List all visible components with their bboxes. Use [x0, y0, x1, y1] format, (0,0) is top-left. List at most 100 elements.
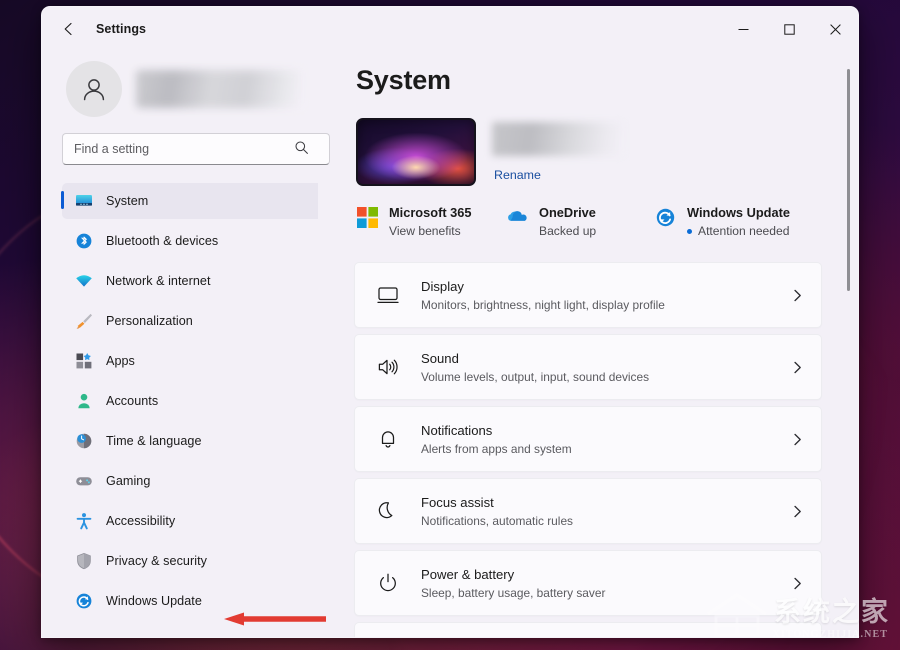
sidebar-item-apps[interactable]: Apps	[62, 343, 318, 379]
sidebar-item-windows-update[interactable]: Windows Update	[62, 583, 318, 619]
gamepad-icon	[75, 472, 93, 490]
chevron-right-icon	[791, 505, 804, 518]
service-tile-subtitle-text: Backed up	[539, 222, 596, 240]
sidebar-item-gaming[interactable]: Gaming	[62, 463, 318, 499]
accessibility-icon	[75, 512, 93, 530]
scrollbar-thumb[interactable]	[847, 69, 850, 291]
service-tile-windows-update[interactable]: Windows UpdateAttention needed	[654, 204, 790, 240]
settings-card-subtitle: Volume levels, output, input, sound devi…	[421, 368, 789, 386]
user-profile[interactable]	[60, 51, 318, 133]
display-monitor-icon	[377, 284, 399, 306]
sidebar-item-privacy-security[interactable]: Privacy & security	[62, 543, 318, 579]
search-input[interactable]	[62, 133, 330, 165]
chevron-right-icon	[791, 361, 804, 374]
sidebar-item-label: Personalization	[106, 314, 193, 328]
paintbrush-icon	[75, 312, 93, 330]
sidebar-item-network-internet[interactable]: Network & internet	[62, 263, 318, 299]
sidebar-item-accounts[interactable]: Accounts	[62, 383, 318, 419]
windows-update-icon	[654, 206, 676, 228]
device-name-redacted	[492, 122, 624, 156]
main-scroll-area: System Rename Microsoft 365 View benefits…	[354, 65, 858, 637]
sidebar-item-label: Time & language	[106, 434, 202, 448]
sidebar-item-system[interactable]: System	[62, 183, 318, 219]
settings-card-subtitle: Alerts from apps and system	[421, 440, 789, 458]
monitor-icon	[75, 192, 93, 210]
service-tile-microsoft-365[interactable]: Microsoft 365 View benefits	[356, 204, 506, 240]
apps-grid-icon	[75, 352, 93, 370]
chevron-right-icon	[791, 289, 804, 302]
chevron-right-icon	[791, 577, 804, 590]
wifi-icon	[75, 272, 93, 290]
shield-icon	[75, 552, 93, 570]
gamepad-icon	[75, 472, 93, 490]
service-tile-title: Windows Update	[687, 205, 790, 220]
service-tile-title: Microsoft 365	[389, 205, 472, 220]
sidebar-item-label: Windows Update	[106, 594, 202, 608]
sidebar-item-label: System	[106, 194, 148, 208]
sidebar: System Bluetooth & devices Network & inter…	[42, 51, 332, 637]
account-person-icon	[75, 392, 93, 410]
settings-card-power-battery[interactable]: Power & batterySleep, battery usage, bat…	[354, 550, 822, 616]
bell-icon	[377, 428, 399, 450]
settings-card-subtitle: Notifications, automatic rules	[421, 512, 789, 530]
accessibility-icon	[75, 512, 93, 530]
close-button[interactable]	[812, 7, 858, 51]
scrollbar[interactable]	[847, 69, 850, 615]
settings-card-notifications[interactable]: NotificationsAlerts from apps and system	[354, 406, 822, 472]
power-icon	[377, 572, 399, 594]
search-icon[interactable]	[294, 140, 309, 160]
title-bar: Settings	[42, 7, 858, 51]
settings-card-partial[interactable]	[354, 622, 822, 637]
display-monitor-icon	[375, 284, 401, 306]
bluetooth-icon	[75, 232, 93, 250]
settings-card-title: Power & battery	[421, 565, 789, 584]
avatar	[66, 61, 122, 117]
user-name-redacted	[136, 70, 302, 108]
settings-card-text: NotificationsAlerts from apps and system	[421, 421, 789, 458]
microsoft-logo-icon	[356, 206, 378, 228]
microsoft-logo-icon	[357, 207, 378, 228]
windows-update-icon	[75, 592, 93, 610]
chevron-right-icon	[789, 361, 805, 374]
close-icon	[830, 24, 841, 35]
chevron-right-icon	[789, 505, 805, 518]
status-badge-dot	[687, 229, 692, 234]
settings-card-sound[interactable]: SoundVolume levels, output, input, sound…	[354, 334, 822, 400]
app-title: Settings	[96, 22, 146, 36]
back-button[interactable]	[54, 14, 84, 44]
settings-card-display[interactable]: DisplayMonitors, brightness, night light…	[354, 262, 822, 328]
service-tile-subtitle-text: View benefits	[389, 222, 461, 240]
settings-card-subtitle: Sleep, battery usage, battery saver	[421, 584, 789, 602]
search-box	[62, 133, 318, 165]
settings-card-focus-assist[interactable]: Focus assistNotifications, automatic rul…	[354, 478, 822, 544]
account-person-icon	[75, 392, 93, 410]
sidebar-item-accessibility[interactable]: Accessibility	[62, 503, 318, 539]
page-title: System	[356, 65, 822, 96]
sidebar-item-personalization[interactable]: Personalization	[62, 303, 318, 339]
maximize-button[interactable]	[766, 7, 812, 51]
onedrive-cloud-icon	[506, 208, 528, 226]
sidebar-item-label: Accessibility	[106, 514, 175, 528]
moon-icon	[375, 500, 401, 522]
speaker-icon	[375, 356, 401, 378]
settings-card-title: Display	[421, 277, 789, 296]
settings-card-text: Focus assistNotifications, automatic rul…	[421, 493, 789, 530]
rename-link[interactable]: Rename	[494, 168, 541, 182]
settings-window: Settings	[41, 6, 859, 638]
service-tile-text: Microsoft 365 View benefits	[389, 204, 472, 240]
sidebar-item-time-language[interactable]: Time & language	[62, 423, 318, 459]
onedrive-cloud-icon	[506, 206, 528, 228]
speaker-icon	[377, 356, 399, 378]
main-pane: System Rename Microsoft 365 View benefits…	[332, 51, 858, 637]
service-tile-title: OneDrive	[539, 205, 596, 220]
clock-globe-icon	[75, 432, 93, 450]
minimize-button[interactable]	[720, 7, 766, 51]
clock-globe-icon	[75, 432, 93, 450]
paintbrush-icon	[75, 312, 93, 330]
chevron-right-icon	[791, 433, 804, 446]
service-tile-onedrive[interactable]: OneDrive Backed up	[506, 204, 654, 240]
service-tiles: Microsoft 365 View benefits OneDrive Backed…	[356, 204, 822, 240]
settings-card-text: Power & batterySleep, battery usage, bat…	[421, 565, 789, 602]
shield-icon	[75, 552, 93, 570]
sidebar-item-bluetooth-devices[interactable]: Bluetooth & devices	[62, 223, 318, 259]
